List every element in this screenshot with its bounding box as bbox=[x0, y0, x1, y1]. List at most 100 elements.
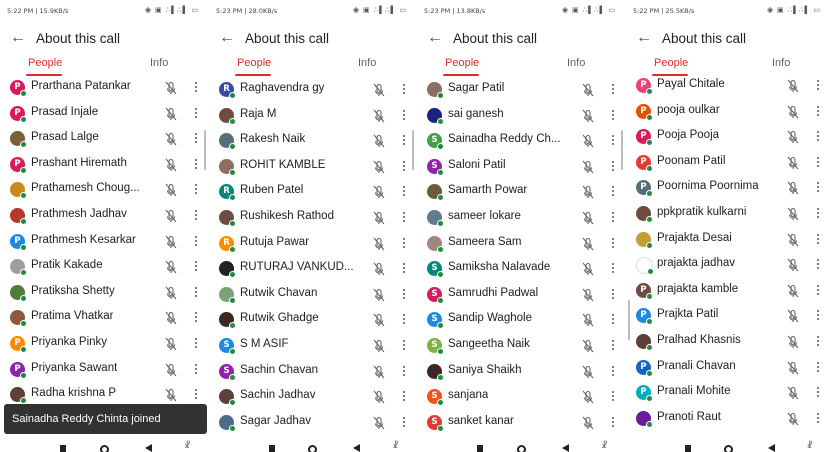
more-options-icon[interactable] bbox=[194, 234, 198, 248]
more-options-icon[interactable] bbox=[402, 364, 406, 378]
participant-row[interactable]: Sagar Jadhav bbox=[209, 412, 415, 437]
more-options-icon[interactable] bbox=[402, 236, 406, 250]
participant-row[interactable]: P Prasad Injale bbox=[0, 103, 207, 128]
tab-people[interactable]: People bbox=[237, 57, 271, 69]
participant-row[interactable]: Prathmesh Jadhav bbox=[0, 205, 207, 230]
recent-apps-button[interactable] bbox=[268, 445, 275, 452]
more-options-icon[interactable] bbox=[611, 261, 615, 275]
accessibility-icon[interactable]: ☧ bbox=[392, 441, 398, 450]
more-options-icon[interactable] bbox=[402, 210, 406, 224]
mic-muted-icon[interactable] bbox=[372, 184, 386, 200]
mic-muted-icon[interactable] bbox=[786, 129, 800, 145]
participant-row[interactable]: Prajakta Desai bbox=[626, 229, 829, 254]
participant-row[interactable]: P Payal Chitale bbox=[626, 75, 829, 100]
mic-muted-icon[interactable] bbox=[581, 287, 595, 303]
tab-people[interactable]: People bbox=[28, 57, 62, 69]
participant-row[interactable]: S Saloni Patil bbox=[417, 156, 624, 181]
participant-row[interactable]: Prasad Lalge bbox=[0, 128, 207, 153]
participant-row[interactable]: ROHIT KAMBLE bbox=[209, 156, 415, 181]
participant-row[interactable]: R Ruben Patel bbox=[209, 181, 415, 206]
more-options-icon[interactable] bbox=[194, 131, 198, 145]
tab-people[interactable]: People bbox=[445, 57, 479, 69]
more-options-icon[interactable] bbox=[402, 312, 406, 326]
more-options-icon[interactable] bbox=[611, 82, 615, 96]
mic-muted-icon[interactable] bbox=[164, 259, 178, 275]
mic-muted-icon[interactable] bbox=[581, 364, 595, 380]
back-arrow-icon[interactable]: ← bbox=[219, 28, 235, 48]
participant-row[interactable]: P Prarthana Patankar bbox=[0, 77, 207, 102]
tab-people[interactable]: People bbox=[654, 57, 688, 69]
mic-muted-icon[interactable] bbox=[786, 104, 800, 120]
more-options-icon[interactable] bbox=[194, 387, 198, 401]
participant-row[interactable]: Pratik Kakade bbox=[0, 256, 207, 281]
mic-muted-icon[interactable] bbox=[581, 261, 595, 277]
more-options-icon[interactable] bbox=[816, 257, 820, 271]
more-options-icon[interactable] bbox=[402, 415, 406, 429]
more-options-icon[interactable] bbox=[611, 415, 615, 429]
participant-row[interactable]: P Pranali Mohite bbox=[626, 382, 829, 407]
more-options-icon[interactable] bbox=[402, 261, 406, 275]
more-options-icon[interactable] bbox=[611, 338, 615, 352]
more-options-icon[interactable] bbox=[816, 385, 820, 399]
mic-muted-icon[interactable] bbox=[581, 184, 595, 200]
more-options-icon[interactable] bbox=[402, 108, 406, 122]
participant-row[interactable]: Samarth Powar bbox=[417, 181, 624, 206]
tab-info[interactable]: Info bbox=[772, 57, 790, 69]
mic-muted-icon[interactable] bbox=[786, 411, 800, 427]
more-options-icon[interactable] bbox=[194, 182, 198, 196]
participant-row[interactable]: prajakta jadhav bbox=[626, 254, 829, 279]
more-options-icon[interactable] bbox=[816, 411, 820, 425]
participant-row[interactable]: S Sachin Chavan bbox=[209, 361, 415, 386]
more-options-icon[interactable] bbox=[611, 133, 615, 147]
participant-row[interactable]: Raja M bbox=[209, 105, 415, 130]
mic-muted-icon[interactable] bbox=[164, 182, 178, 198]
more-options-icon[interactable] bbox=[816, 180, 820, 194]
scrollbar-thumb[interactable] bbox=[621, 130, 623, 170]
home-button[interactable] bbox=[516, 445, 526, 452]
accessibility-icon[interactable]: ☧ bbox=[184, 441, 190, 450]
more-options-icon[interactable] bbox=[816, 232, 820, 246]
more-options-icon[interactable] bbox=[816, 360, 820, 374]
mic-muted-icon[interactable] bbox=[786, 334, 800, 350]
mic-muted-icon[interactable] bbox=[581, 312, 595, 328]
mic-muted-icon[interactable] bbox=[372, 312, 386, 328]
more-options-icon[interactable] bbox=[611, 389, 615, 403]
more-options-icon[interactable] bbox=[402, 82, 406, 96]
mic-muted-icon[interactable] bbox=[786, 78, 800, 94]
mic-muted-icon[interactable] bbox=[372, 287, 386, 303]
mic-muted-icon[interactable] bbox=[372, 364, 386, 380]
mic-muted-icon[interactable] bbox=[372, 133, 386, 149]
tab-info[interactable]: Info bbox=[358, 57, 376, 69]
more-options-icon[interactable] bbox=[194, 259, 198, 273]
mic-muted-icon[interactable] bbox=[786, 257, 800, 273]
scrollbar-thumb[interactable] bbox=[628, 300, 630, 340]
mic-muted-icon[interactable] bbox=[786, 360, 800, 376]
mic-muted-icon[interactable] bbox=[786, 180, 800, 196]
tab-info[interactable]: Info bbox=[567, 57, 585, 69]
more-options-icon[interactable] bbox=[194, 285, 198, 299]
more-options-icon[interactable] bbox=[816, 334, 820, 348]
home-button[interactable] bbox=[99, 445, 109, 452]
participant-row[interactable]: sameer lokare bbox=[417, 207, 624, 232]
back-arrow-icon[interactable]: ← bbox=[427, 28, 443, 48]
more-options-icon[interactable] bbox=[194, 80, 198, 94]
participant-row[interactable]: P Poornima Poornima bbox=[626, 177, 829, 202]
more-options-icon[interactable] bbox=[611, 287, 615, 301]
more-options-icon[interactable] bbox=[402, 338, 406, 352]
more-options-icon[interactable] bbox=[611, 108, 615, 122]
participant-row[interactable]: RUTURAJ VANKUD... bbox=[209, 258, 415, 283]
more-options-icon[interactable] bbox=[194, 208, 198, 222]
participant-row[interactable]: S S M ASIF bbox=[209, 335, 415, 360]
participant-row[interactable]: Pratima Vhatkar bbox=[0, 307, 207, 332]
mic-muted-icon[interactable] bbox=[581, 159, 595, 175]
more-options-icon[interactable] bbox=[194, 106, 198, 120]
mic-muted-icon[interactable] bbox=[164, 285, 178, 301]
participant-row[interactable]: Sameera Sam bbox=[417, 233, 624, 258]
mic-muted-icon[interactable] bbox=[372, 108, 386, 124]
more-options-icon[interactable] bbox=[611, 159, 615, 173]
participant-row[interactable]: sai ganesh bbox=[417, 105, 624, 130]
home-button[interactable] bbox=[308, 445, 317, 452]
more-options-icon[interactable] bbox=[816, 129, 820, 143]
back-button[interactable] bbox=[561, 444, 569, 452]
more-options-icon[interactable] bbox=[816, 155, 820, 169]
